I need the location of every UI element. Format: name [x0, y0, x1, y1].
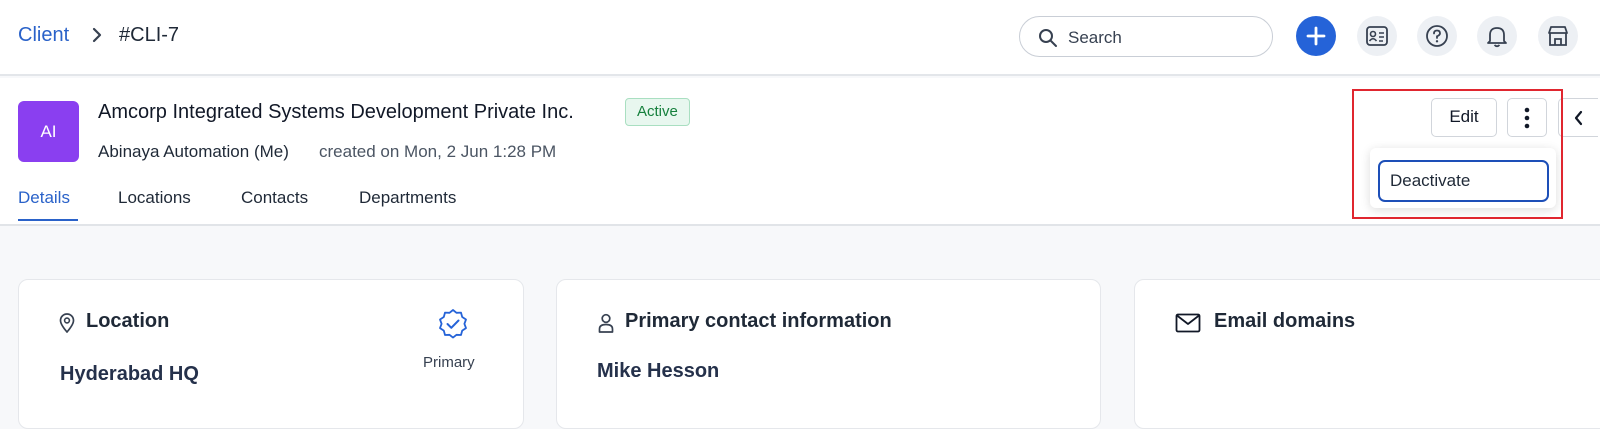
more-options-menu: Deactivate	[1370, 148, 1556, 208]
location-name: Hyderabad HQ	[60, 363, 199, 385]
primary-contact-title: Primary contact information	[625, 310, 892, 332]
contact-card-button[interactable]	[1357, 16, 1397, 56]
menu-item-deactivate[interactable]: Deactivate	[1378, 160, 1549, 202]
client-name: Amcorp Integrated Systems Development Pr…	[98, 101, 574, 123]
add-button[interactable]	[1296, 16, 1336, 56]
email-domains-card: Email domains	[1134, 279, 1600, 429]
breadcrumb-current: #CLI-7	[119, 24, 180, 46]
search-icon	[1039, 29, 1057, 47]
store-button[interactable]	[1538, 16, 1578, 56]
tab-contacts[interactable]: Contacts	[241, 188, 308, 208]
notifications-button[interactable]	[1477, 16, 1517, 56]
location-card: Location Primary Hyderabad HQ	[18, 279, 524, 429]
chevron-right-icon	[90, 26, 104, 50]
status-badge: Active	[625, 98, 690, 126]
tab-details[interactable]: Details	[18, 188, 70, 208]
chevron-left-icon	[1574, 110, 1582, 125]
verified-badge-icon	[439, 309, 467, 339]
location-pin-icon	[59, 313, 75, 333]
edit-button[interactable]: Edit	[1431, 98, 1497, 137]
tab-locations[interactable]: Locations	[118, 188, 191, 208]
primary-contact-card: Primary contact information Mike Hesson	[556, 279, 1101, 429]
search-input[interactable]: Search	[1019, 16, 1273, 57]
client-avatar: AI	[18, 101, 79, 162]
mail-icon	[1175, 313, 1201, 333]
help-icon	[1426, 25, 1448, 47]
plus-icon	[1306, 26, 1326, 46]
client-owner: Abinaya Automation (Me)	[98, 142, 289, 161]
contact-card-icon	[1366, 26, 1388, 46]
breadcrumb-client-link[interactable]: Client	[18, 24, 69, 47]
primary-badge-label: Primary	[423, 354, 475, 371]
email-domains-title: Email domains	[1214, 310, 1356, 332]
top-bar: Client #CLI-7 Search	[0, 0, 1600, 76]
location-card-title: Location	[86, 310, 170, 332]
search-placeholder: Search	[1068, 28, 1122, 47]
more-options-button[interactable]	[1507, 98, 1547, 137]
bell-icon	[1487, 27, 1507, 48]
tab-departments[interactable]: Departments	[359, 188, 456, 208]
collapse-button[interactable]	[1558, 98, 1598, 137]
client-header: AI Amcorp Integrated Systems Development…	[0, 78, 1600, 226]
active-tab-indicator	[18, 219, 78, 221]
primary-contact-name: Mike Hesson	[597, 360, 720, 382]
user-icon	[598, 313, 614, 333]
store-icon	[1548, 26, 1568, 46]
help-button[interactable]	[1417, 16, 1457, 56]
created-date: created on Mon, 2 Jun 1:28 PM	[319, 142, 557, 161]
more-vertical-icon	[1524, 107, 1530, 128]
